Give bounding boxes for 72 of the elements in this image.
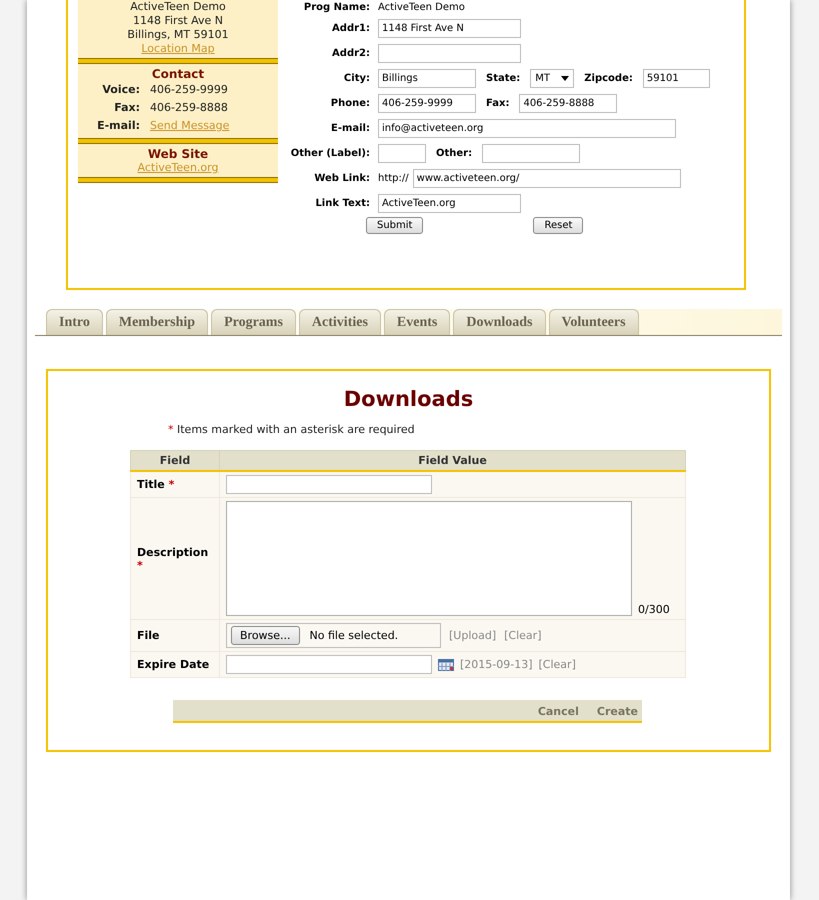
address-line: Billings, MT 59101 [126, 28, 230, 42]
contact-label: Fax: [113, 100, 140, 116]
prog-name-value: ActiveTeen Demo [378, 2, 465, 13]
title-field[interactable] [226, 475, 432, 494]
website-title: Web Site [146, 147, 210, 161]
tab[interactable]: Intro [46, 309, 103, 335]
link[interactable]: [Upload] [449, 629, 496, 642]
field-label: Addr2: [331, 48, 370, 59]
tab[interactable]: Activities [298, 309, 381, 335]
contact-label: Voice: [101, 82, 140, 98]
column-header: Field [130, 450, 220, 471]
tab[interactable]: Membership [106, 309, 208, 335]
addr1-field[interactable]: 1148 First Ave N [378, 19, 521, 38]
field-label: Phone: [330, 98, 370, 109]
field-label: E-mail: [330, 123, 370, 134]
state-dropdown[interactable]: MT [530, 69, 574, 88]
field-label: Other (Label): [290, 148, 370, 159]
field-label: Addr1: [331, 23, 370, 34]
tab[interactable]: Events [384, 309, 450, 335]
column-header: Field Value [220, 450, 686, 471]
section-title: Downloads [342, 387, 474, 411]
location-map-link[interactable]: Location Map [141, 42, 215, 55]
caret-icon [561, 76, 570, 81]
field-label: Fax: [486, 98, 510, 109]
field-label: Other: [436, 148, 472, 159]
zipcode-field[interactable]: 59101 [642, 69, 710, 88]
field-label: Zipcode: [584, 73, 633, 84]
contact-value: 406-259-9999 [150, 82, 229, 98]
other-field[interactable] [482, 144, 580, 163]
send-message-link[interactable]: Send Message [150, 117, 278, 135]
required-note: * Items marked with an asterisk are required [168, 423, 416, 436]
city-field[interactable]: Billings [378, 69, 476, 88]
contact-label: E-mail: [96, 118, 140, 134]
cancel-button[interactable]: Cancel [538, 705, 579, 718]
link[interactable]: [2015-09-13] [460, 658, 533, 671]
field-label: City: [342, 73, 370, 84]
submit-button[interactable]: Submit [366, 217, 424, 234]
field-label-cell: Expire Date [130, 652, 220, 678]
description-field[interactable] [226, 501, 632, 616]
field-label-cell: File [130, 620, 220, 652]
field-label: Link Text: [314, 198, 370, 209]
reset-button[interactable]: Reset [533, 217, 584, 234]
url-prefix: http:// [378, 173, 409, 184]
tab[interactable]: Volunteers [548, 309, 639, 335]
contact-title: Contact [150, 67, 206, 81]
calendar-icon[interactable] [438, 658, 454, 670]
link[interactable]: [Clear] [538, 658, 576, 671]
create-button[interactable]: Create [596, 705, 638, 718]
address-line: ActiveTeen Demo [129, 0, 227, 14]
field-label: Prog Name: [302, 2, 370, 13]
file-status: No file selected. [310, 629, 398, 642]
other-label-field[interactable] [378, 144, 426, 163]
link[interactable]: [Clear] [504, 629, 542, 642]
addr2-field[interactable] [378, 44, 521, 63]
fax-field[interactable]: 406-259-8888 [519, 94, 618, 113]
field-label-cell: Title * [130, 471, 220, 498]
field-label: Web Link: [313, 173, 370, 184]
email-field[interactable]: info@activeteen.org [378, 119, 676, 138]
phone-field[interactable]: 406-259-9999 [378, 94, 476, 113]
tab[interactable]: Downloads [453, 309, 546, 335]
website-link[interactable]: ActiveTeen.org [138, 161, 218, 174]
browse-button[interactable]: Browse... [231, 626, 300, 645]
date-field[interactable] [226, 655, 432, 674]
address-line: 1148 First Ave N [132, 14, 224, 28]
file-field[interactable]: Browse... No file selected. [226, 623, 441, 648]
link-text-field[interactable]: ActiveTeen.org [378, 194, 521, 213]
field-label: State: [486, 73, 520, 84]
field-label-cell: Description * [130, 498, 220, 620]
character-counter: 0/300 [638, 603, 670, 616]
contact-value: 406-259-8888 [150, 100, 229, 116]
web-link-field[interactable]: www.activeteen.org/ [412, 169, 681, 188]
tab[interactable]: Programs [211, 309, 296, 335]
